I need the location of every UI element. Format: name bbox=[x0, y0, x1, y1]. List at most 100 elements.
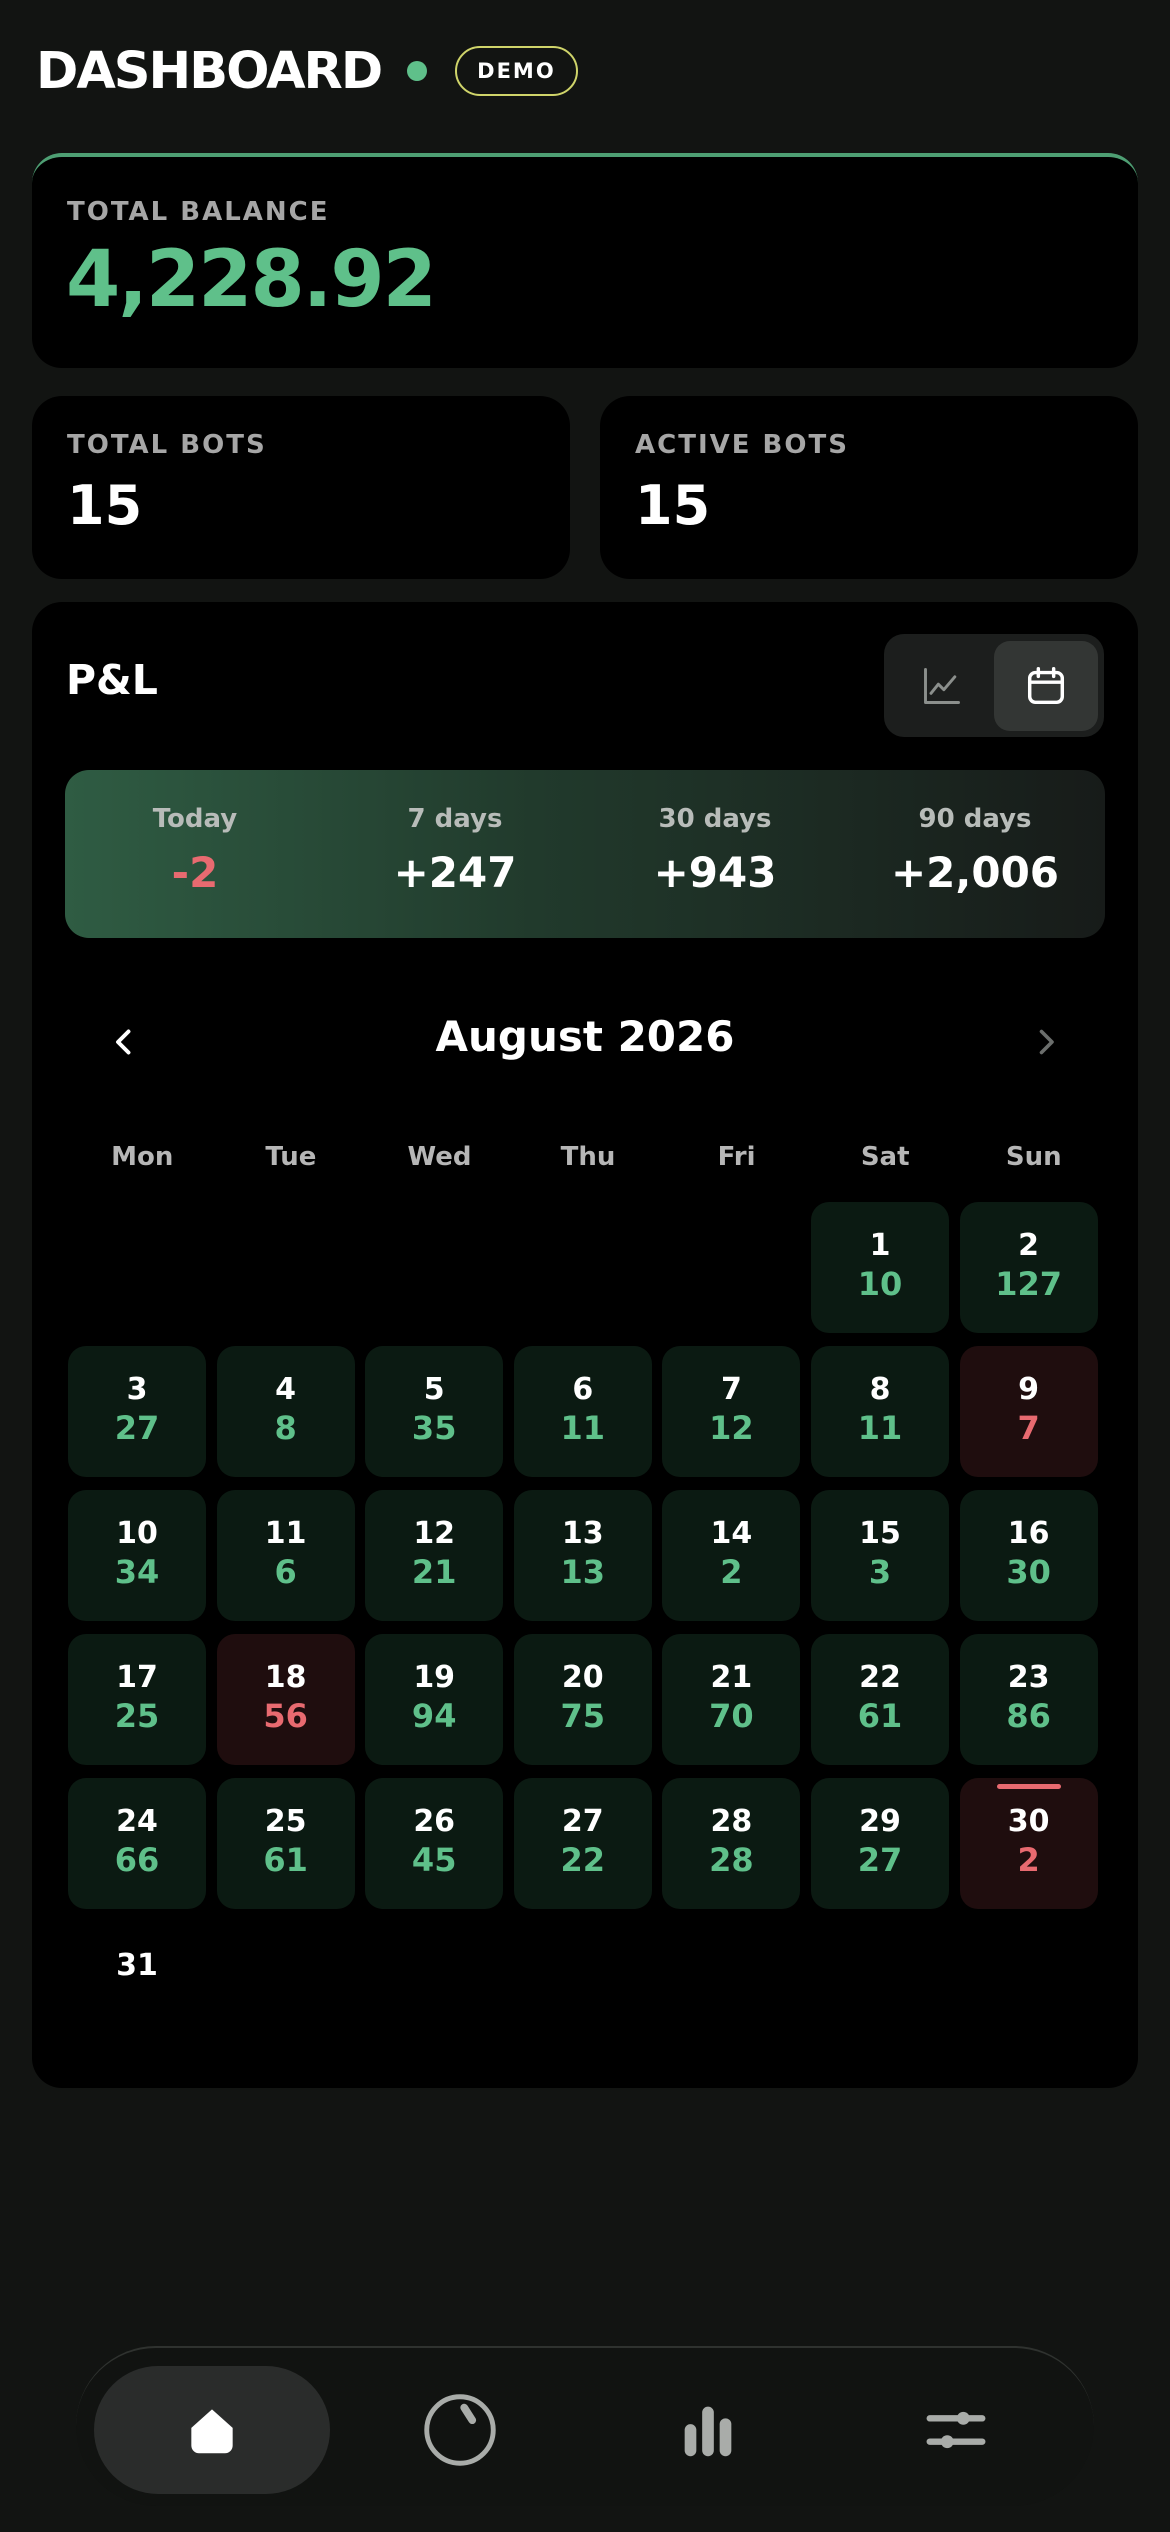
calendar-day[interactable]: 30 2 bbox=[959, 1778, 1098, 1909]
day-number: 8 bbox=[869, 1372, 891, 1407]
calendar-day[interactable]: 14 2 bbox=[662, 1490, 801, 1621]
nav-stats[interactable] bbox=[590, 2366, 826, 2494]
day-pl-value: 61 bbox=[857, 1697, 903, 1735]
day-pl-value: 13 bbox=[560, 1553, 606, 1591]
day-number: 7 bbox=[720, 1372, 742, 1407]
calendar-day[interactable]: 27 22 bbox=[513, 1778, 652, 1909]
summary-value: -2 bbox=[171, 848, 219, 897]
active-bots-label: ACTIVE BOTS bbox=[635, 430, 849, 460]
day-pl-value: 45 bbox=[411, 1841, 457, 1879]
calendar-day[interactable]: 2 127 bbox=[959, 1202, 1098, 1333]
calendar-day[interactable]: 25 61 bbox=[216, 1778, 355, 1909]
day-pl-value: 2 bbox=[720, 1553, 743, 1591]
calendar-day[interactable]: 31 bbox=[68, 1922, 206, 2053]
calendar-day[interactable]: 16 30 bbox=[959, 1490, 1098, 1621]
month-navigation: August 2026 bbox=[32, 1002, 1138, 1082]
day-pl-value: 34 bbox=[114, 1553, 160, 1591]
day-pl-value: 70 bbox=[709, 1697, 754, 1735]
calendar-day[interactable]: 1 10 bbox=[811, 1202, 949, 1333]
pl-title: P&L bbox=[66, 656, 158, 704]
calendar-day[interactable]: 15 3 bbox=[811, 1490, 949, 1621]
calendar-day[interactable]: 28 28 bbox=[662, 1778, 801, 1909]
day-number: 9 bbox=[1018, 1372, 1040, 1407]
weekday-label: Wed bbox=[407, 1142, 472, 1172]
day-pl-value: 75 bbox=[560, 1697, 606, 1735]
day-pl-value: 3 bbox=[868, 1553, 892, 1591]
page-title: DASHBOARD bbox=[36, 41, 383, 101]
total-bots-label: TOTAL BOTS bbox=[67, 430, 267, 460]
line-chart-icon bbox=[924, 667, 960, 704]
summary-7-days: 7 days +247 bbox=[325, 770, 585, 938]
calendar-day[interactable]: 20 75 bbox=[513, 1634, 652, 1765]
demo-badge[interactable]: DEMO bbox=[455, 46, 578, 96]
calendar-view-button[interactable] bbox=[994, 640, 1098, 731]
calendar-day[interactable]: 97 bbox=[959, 1346, 1098, 1477]
day-number: 5 bbox=[423, 1372, 445, 1407]
nav-home[interactable] bbox=[94, 2366, 330, 2494]
weekday-label: Fri bbox=[717, 1142, 756, 1172]
calendar-day[interactable]: 29 27 bbox=[811, 1778, 949, 1909]
active-bots-card: ACTIVE BOTS 15 bbox=[600, 396, 1138, 579]
month-title: August 2026 bbox=[435, 1012, 735, 1061]
summary-30-days: 30 days +943 bbox=[585, 770, 845, 938]
calendar-day[interactable]: 24 66 bbox=[68, 1778, 206, 1909]
summary-90-days: 90 days +2,006 bbox=[845, 770, 1105, 938]
day-number: 13 bbox=[561, 1516, 604, 1551]
day-number: 31 bbox=[116, 1948, 158, 1983]
nav-gauge[interactable] bbox=[342, 2366, 578, 2494]
weekday-label: Tue bbox=[265, 1142, 317, 1172]
pl-card: P&L Today -2 7 days +247 30 days +943 90… bbox=[32, 602, 1138, 2088]
calendar-day[interactable]: 13 13 bbox=[513, 1490, 652, 1621]
day-pl-value: 2 bbox=[1017, 1841, 1040, 1879]
calendar-day[interactable]: 26 45 bbox=[365, 1778, 504, 1909]
calendar-day[interactable]: 17 25 bbox=[68, 1634, 206, 1765]
calendar-day[interactable]: 23 86 bbox=[959, 1634, 1098, 1765]
day-pl-value: 35 bbox=[411, 1409, 457, 1447]
day-number: 21 bbox=[710, 1660, 753, 1695]
calendar-day[interactable]: 48 bbox=[216, 1346, 355, 1477]
day-number: 16 bbox=[1007, 1516, 1050, 1551]
day-number: 17 bbox=[116, 1660, 158, 1695]
calendar-day[interactable]: 22 61 bbox=[811, 1634, 949, 1765]
weekday-label: Sun bbox=[1005, 1142, 1062, 1172]
calendar-day[interactable]: 3 27 bbox=[68, 1346, 206, 1477]
day-number: 6 bbox=[572, 1372, 594, 1407]
calendar-day[interactable]: 6 11 bbox=[513, 1346, 652, 1477]
summary-label: 90 days bbox=[918, 804, 1032, 834]
day-number: 20 bbox=[561, 1660, 604, 1695]
day-number: 22 bbox=[859, 1660, 901, 1695]
calendar-day[interactable]: 12 21 bbox=[365, 1490, 504, 1621]
summary-value: +247 bbox=[393, 848, 517, 897]
calendar-day[interactable]: 18 56 bbox=[216, 1634, 355, 1765]
pl-summary: Today -2 7 days +247 30 days +943 90 day… bbox=[65, 770, 1105, 938]
calendar-day[interactable]: 19 94 bbox=[365, 1634, 504, 1765]
day-number: 29 bbox=[859, 1804, 901, 1839]
chart-view-button[interactable] bbox=[890, 641, 994, 731]
next-month-button[interactable] bbox=[1006, 1002, 1086, 1082]
calendar-day[interactable]: 10 34 bbox=[68, 1490, 206, 1621]
calendar-day[interactable]: 8 11 bbox=[811, 1346, 949, 1477]
day-pl-value: 7 bbox=[1017, 1409, 1040, 1447]
day-number: 25 bbox=[264, 1804, 307, 1839]
day-number: 11 bbox=[264, 1516, 307, 1551]
day-number: 18 bbox=[264, 1660, 307, 1695]
day-number: 28 bbox=[710, 1804, 753, 1839]
total-bots-value: 15 bbox=[67, 474, 143, 537]
day-number: 14 bbox=[710, 1516, 753, 1551]
day-pl-value: 56 bbox=[263, 1697, 308, 1735]
bar-chart-icon bbox=[684, 2406, 732, 2457]
total-bots-card: TOTAL BOTS 15 bbox=[32, 396, 570, 579]
day-number: 12 bbox=[413, 1516, 456, 1551]
calendar-day[interactable]: 21 70 bbox=[662, 1634, 801, 1765]
view-toggle bbox=[884, 634, 1104, 737]
calendar-day[interactable]: 5 35 bbox=[365, 1346, 504, 1477]
active-bots-value: 15 bbox=[635, 474, 711, 537]
calendar-day[interactable]: 11 6 bbox=[216, 1490, 355, 1621]
day-pl-value: 27 bbox=[114, 1409, 160, 1447]
day-number: 30 bbox=[1007, 1804, 1050, 1839]
summary-label: 30 days bbox=[658, 804, 772, 834]
nav-settings[interactable] bbox=[838, 2366, 1074, 2494]
day-number: 2 bbox=[1018, 1228, 1040, 1263]
calendar-icon bbox=[1027, 666, 1065, 704]
calendar-day[interactable]: 7 12 bbox=[662, 1346, 801, 1477]
